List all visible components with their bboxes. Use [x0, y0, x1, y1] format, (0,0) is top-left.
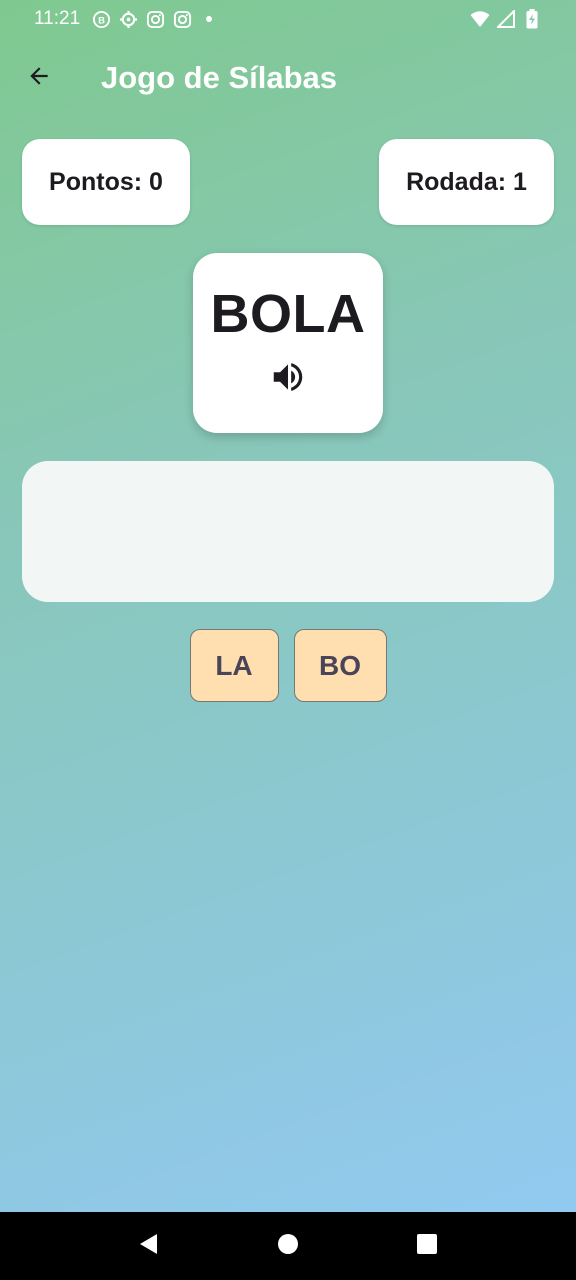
status-time: 11:21	[34, 8, 81, 29]
battery-charging-icon	[522, 9, 542, 29]
back-button[interactable]	[11, 50, 67, 106]
back-triangle-icon	[137, 1232, 161, 1261]
signal-icon	[496, 9, 516, 29]
instagram-icon	[145, 9, 165, 29]
home-circle-icon	[276, 1232, 300, 1261]
syllable-tile-bo[interactable]: BO	[293, 629, 387, 702]
syllable-tile-la[interactable]: LA	[189, 629, 279, 702]
nav-home-button[interactable]	[264, 1222, 312, 1270]
recents-square-icon	[416, 1233, 438, 1260]
points-label: Pontos: 0	[49, 167, 163, 196]
system-nav-bar	[0, 1212, 576, 1280]
page-title: Jogo de Sílabas	[101, 60, 338, 95]
syllable-label: BO	[319, 649, 361, 681]
points-card: Pontos: 0	[22, 139, 190, 225]
status-left: 11:21 B	[34, 8, 219, 30]
target-word: BOLA	[210, 284, 366, 344]
status-right	[470, 9, 542, 29]
arrow-back-icon	[26, 63, 52, 94]
syllable-drop-area[interactable]	[22, 461, 554, 602]
round-label: Rodada: 1	[406, 167, 527, 196]
settings-gear-icon	[118, 9, 138, 29]
dot-icon	[199, 9, 219, 29]
round-card: Rodada: 1	[379, 139, 554, 225]
instagram-icon	[172, 9, 192, 29]
b-badge-icon: B	[91, 9, 111, 29]
status-bar: 11:21 B	[0, 0, 576, 38]
nav-back-button[interactable]	[125, 1222, 173, 1270]
app-bar: Jogo de Sílabas	[0, 38, 576, 118]
syllable-options: LA BO	[0, 629, 576, 702]
svg-text:B: B	[98, 15, 105, 26]
nav-recents-button[interactable]	[403, 1222, 451, 1270]
play-audio-button[interactable]	[266, 357, 310, 401]
volume-up-icon	[269, 358, 307, 401]
syllable-label: LA	[215, 649, 253, 681]
wifi-icon	[470, 9, 490, 29]
word-card: BOLA	[193, 253, 383, 433]
